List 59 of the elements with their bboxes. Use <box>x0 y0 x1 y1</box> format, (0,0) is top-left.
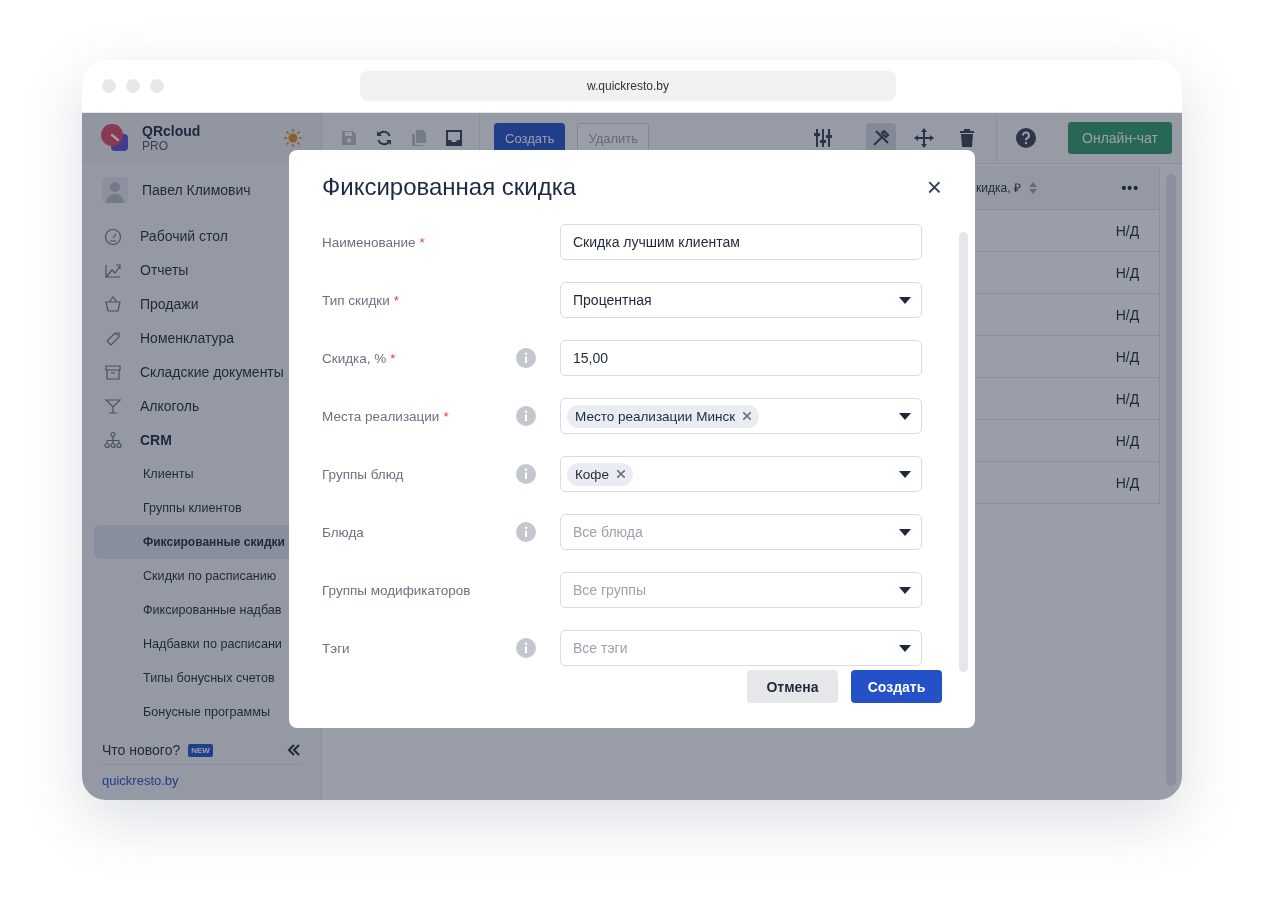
field-label: Скидка, % * <box>322 350 397 366</box>
close-button[interactable]: × <box>923 174 945 200</box>
sidebar-item[interactable]: Алкоголь <box>94 389 321 423</box>
caret-icon <box>899 586 911 594</box>
dialog-title: Фиксированная скидка <box>322 173 578 201</box>
address-bar[interactable]: w.quickresto.by <box>360 71 896 101</box>
caret-icon <box>899 412 911 420</box>
whats-new-link[interactable]: Что нового? <box>102 742 181 758</box>
plan-label: PRO <box>142 139 169 153</box>
select-field[interactable]: Все тэги <box>560 630 922 666</box>
field-label: Группы блюд <box>322 466 405 482</box>
archive-icon <box>104 363 122 381</box>
multiselect-field[interactable]: Место реализации Минск <box>560 398 922 434</box>
input-field[interactable]: Скидка лучшим клиентам <box>560 224 922 260</box>
brand-name: QRcloud <box>142 123 202 139</box>
basket-icon <box>104 295 122 313</box>
sidebar-item[interactable]: Номенклатура <box>94 321 321 355</box>
sidebar-item[interactable]: CRM <box>94 423 321 457</box>
remove-icon[interactable] <box>617 470 625 478</box>
glass-icon <box>104 397 122 415</box>
input-field[interactable]: 15,00 <box>560 340 922 376</box>
caret-icon <box>899 296 911 304</box>
field-label: Места реализации * <box>322 408 450 424</box>
caret-icon <box>899 528 911 536</box>
select-field[interactable]: Процентная <box>560 282 922 318</box>
field-label: Блюда <box>322 524 365 540</box>
create-button[interactable]: Создать <box>851 670 942 703</box>
sidebar-item[interactable]: Отчеты <box>94 253 321 287</box>
create-button[interactable]: Создать <box>494 123 566 153</box>
field-label: Наименование * <box>322 234 426 250</box>
field-label: Тип скидки * <box>322 292 401 308</box>
multiselect-field[interactable]: Кофе <box>560 456 922 492</box>
sidebar-item[interactable]: Складские документы <box>94 355 321 389</box>
hierarchy-icon <box>104 431 122 449</box>
field-label: Тэги <box>322 640 351 656</box>
tools-icon[interactable] <box>866 123 896 153</box>
dashboard-icon <box>104 227 122 245</box>
caret-icon <box>899 470 911 478</box>
column-header[interactable]: кидка, ₽ <box>976 179 1021 196</box>
chart-icon <box>104 261 122 279</box>
select-field[interactable]: Все блюда <box>560 514 922 550</box>
tag-chip[interactable]: Кофе <box>567 462 633 486</box>
sidebar-item[interactable]: Продажи <box>94 287 321 321</box>
caret-icon <box>899 644 911 652</box>
collapse-icon[interactable] <box>287 744 301 756</box>
sidebar-item[interactable]: Рабочий стол <box>94 219 321 253</box>
logo-icon <box>100 123 130 153</box>
select-field[interactable]: Все группы <box>560 572 922 608</box>
more-button[interactable]: ••• <box>1121 179 1140 196</box>
tag-icon <box>104 329 122 347</box>
site-link[interactable]: quickresto.by <box>102 765 301 800</box>
cancel-button[interactable]: Отмена <box>747 670 838 703</box>
field-label: Группы модификаторов <box>322 582 472 598</box>
new-badge: NEW <box>188 743 213 757</box>
user-name: Павел Климович <box>142 182 251 198</box>
tag-chip[interactable]: Место реализации Минск <box>567 404 760 428</box>
scrollbar[interactable] <box>959 232 968 672</box>
avatar-icon <box>102 177 128 203</box>
remove-icon[interactable] <box>743 412 752 420</box>
